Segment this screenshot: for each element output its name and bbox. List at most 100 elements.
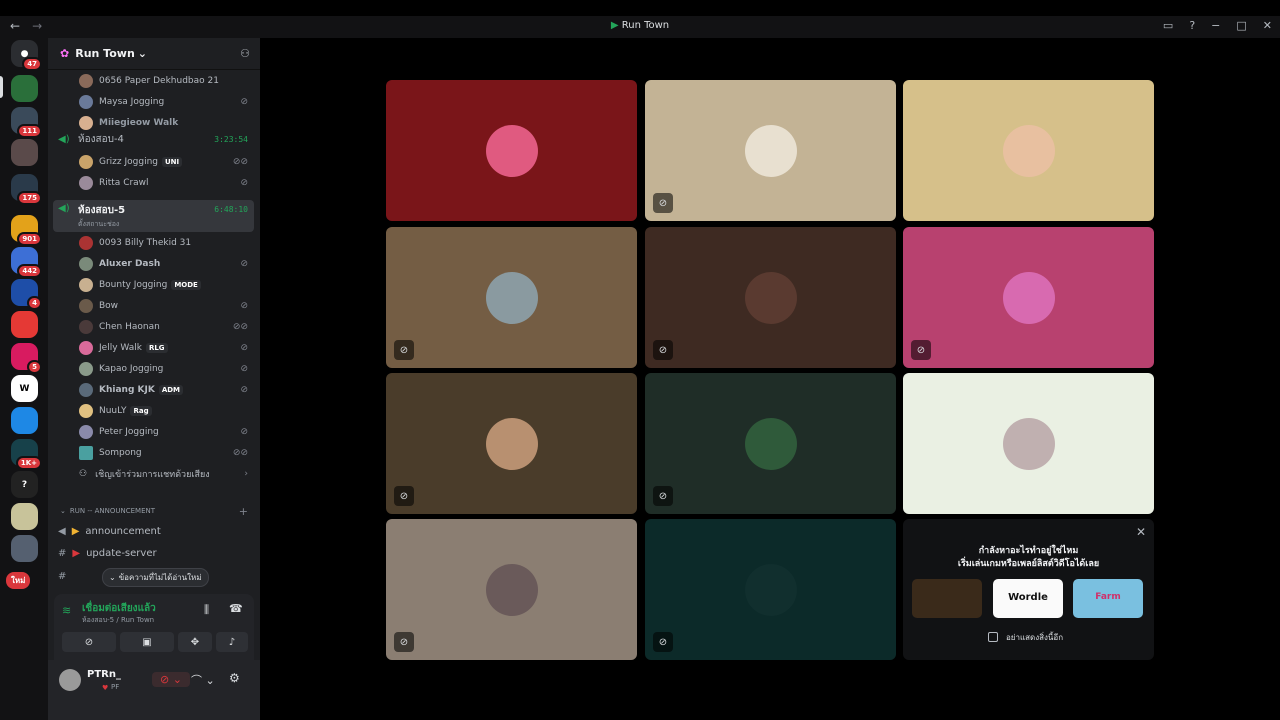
server-badge: 111	[17, 124, 42, 138]
server-run-town[interactable]	[11, 75, 38, 102]
minimize-icon[interactable]: −	[1211, 19, 1220, 32]
noise-suppression-icon[interactable]: ⫼	[204, 603, 209, 617]
add-member-icon[interactable]: ⚇	[240, 47, 250, 60]
participant-tile[interactable]	[903, 80, 1154, 221]
unread-messages-pill[interactable]: ⌄ ข้อความที่ไม่ได้อ่านใหม่	[102, 568, 209, 587]
participant-tile[interactable]: ⊘	[645, 373, 896, 514]
server-icon-5[interactable]: 901	[11, 215, 42, 246]
window-controls: ▭ ? − □ ✕	[1163, 19, 1272, 32]
avatar	[79, 445, 93, 460]
server-icon-2[interactable]: 111	[11, 107, 42, 138]
mic-muted-icon: ⊘	[653, 193, 673, 213]
participant-tile[interactable]: ⊘	[386, 227, 637, 368]
voice-member[interactable]: Sompong ⊘⊘	[48, 442, 260, 463]
user-avatar[interactable]	[59, 669, 81, 691]
text-channel-update-server[interactable]: # ▶ update-server	[53, 543, 254, 564]
avatar	[79, 235, 93, 250]
settings-gear-icon[interactable]: ⚙	[229, 671, 240, 685]
mic-muted-icon: ⊘	[394, 340, 414, 360]
close-window-icon[interactable]: ✕	[1263, 19, 1272, 32]
voice-member[interactable]: Peter Jogging ⊘	[48, 421, 260, 442]
voice-member[interactable]: NuuLY Rag	[48, 400, 260, 421]
server-icon-10[interactable]: W	[11, 375, 38, 402]
headphones-icon[interactable]: ⌒ ⌄	[191, 672, 215, 688]
maximize-icon[interactable]: □	[1236, 19, 1246, 32]
soundboard-button[interactable]: ♪	[216, 632, 248, 652]
hash-icon: #	[58, 548, 67, 559]
server-icon-8[interactable]	[11, 311, 38, 338]
participant-tile[interactable]: ⊘	[386, 519, 637, 660]
participant-avatar	[1002, 417, 1055, 470]
server-badge: 901	[17, 232, 42, 246]
screen-share-icon: ▣	[142, 636, 152, 648]
disconnect-icon[interactable]: ☎	[229, 602, 243, 615]
category-header[interactable]: ⌄ RUN -- ANNOUNCEMENT +	[48, 502, 260, 520]
server-icon-6[interactable]: 442	[11, 247, 42, 278]
server-icon-11[interactable]	[11, 407, 38, 434]
mute-deafen-icon: ⊘⊘	[232, 447, 248, 458]
mute-icon: ⊘	[240, 300, 248, 311]
server-icon-12[interactable]: 1K+	[11, 439, 42, 470]
voice-member[interactable]: Grizz Jogging UNI ⊘⊘	[48, 151, 260, 172]
camera-button[interactable]: ⊘	[62, 632, 116, 652]
avatar	[79, 361, 93, 376]
server-list: ● 47 111 175 901 442 4 5 W 1K+ ? ใหม่	[0, 38, 48, 720]
mute-deafen-icon: ⊘⊘	[232, 156, 248, 167]
participant-tile[interactable]: ⊘	[645, 227, 896, 368]
server-icon-14[interactable]	[11, 503, 38, 530]
participant-tile[interactable]: ⊘	[903, 227, 1154, 368]
mic-muted-icon[interactable]: ⊘ ⌄	[152, 672, 190, 687]
voice-member[interactable]: Jelly Walk RLG ⊘	[48, 337, 260, 358]
voice-member[interactable]: Aluxer Dash ⊘	[48, 253, 260, 274]
new-unread-pill[interactable]: ใหม่	[6, 572, 31, 589]
invite-to-voice[interactable]: ⚇ เชิญเข้าร่วมการแชทด้วยเสียง ›	[48, 463, 260, 484]
activity-suggestion-card: ✕ กำลังหาอะไรทำอยู่ใช่ไหม เริ่มเล่นเกมหร…	[903, 519, 1154, 660]
voice-member[interactable]: Khiang KJK ADM ⊘	[48, 379, 260, 400]
dont-show-checkbox[interactable]	[988, 632, 998, 642]
voice-member[interactable]: Chen Haonan ⊘⊘	[48, 316, 260, 337]
participant-tile[interactable]: ⊘	[645, 80, 896, 221]
game-card-wordle[interactable]: Wordle	[993, 579, 1063, 618]
close-icon[interactable]: ✕	[1136, 525, 1146, 539]
mic-muted-icon: ⊘	[911, 340, 931, 360]
server-badge: 4	[27, 296, 42, 310]
top-strip	[0, 0, 1280, 16]
voice-member[interactable]: Bow ⊘	[48, 295, 260, 316]
voice-channel-room4[interactable]: ◀) ห้องสอบ-4 3:23:54	[53, 129, 254, 150]
inbox-icon[interactable]: ▭	[1163, 19, 1173, 32]
megaphone-icon: ▶	[72, 548, 81, 559]
server-icon-13[interactable]: ?	[11, 471, 38, 498]
text-channel-announcement[interactable]: ◀ ▶ announcement	[53, 521, 254, 542]
screen-share-button[interactable]: ▣	[120, 632, 174, 652]
add-channel-icon[interactable]: +	[239, 505, 248, 518]
avatar	[79, 256, 93, 271]
participant-tile[interactable]: ⊘	[645, 519, 896, 660]
server-header[interactable]: ✿ Run Town ⌄ ⚇	[48, 38, 260, 70]
voice-member[interactable]: Kapao Jogging ⊘	[48, 358, 260, 379]
server-icon-3[interactable]	[11, 139, 38, 166]
server-icon-7[interactable]: 4	[11, 279, 42, 310]
voice-member[interactable]: Maysa Jogging ⊘	[48, 91, 260, 112]
voice-channel-room5[interactable]: ◀) ห้องสอบ-5 6:48:10 ตั้งสถานะช่อง	[53, 200, 254, 232]
participant-tile[interactable]: ⊘	[386, 373, 637, 514]
voice-member[interactable]: 0656 Paper Dekhudbao 21	[48, 70, 260, 91]
server-icon-4[interactable]: 175	[11, 174, 42, 205]
home-button[interactable]: ● 47	[11, 40, 42, 71]
participant-tile[interactable]	[903, 373, 1154, 514]
avatar	[79, 340, 93, 355]
voice-member[interactable]: Ritta Crawl ⊘	[48, 172, 260, 193]
game-card-farm[interactable]: Farm	[1073, 579, 1143, 618]
server-badge: 5	[27, 360, 42, 374]
deafened-icon: ⊘	[653, 632, 673, 652]
help-icon[interactable]: ?	[1189, 19, 1195, 32]
activities-button[interactable]: ✥	[178, 632, 212, 652]
voice-member[interactable]: Bounty Jogging MODE	[48, 274, 260, 295]
game-card-1[interactable]	[912, 579, 982, 618]
voice-member[interactable]: 0093 Billy Thekid 31	[48, 232, 260, 253]
server-icon-15[interactable]	[11, 535, 38, 562]
participant-tile[interactable]	[386, 80, 637, 221]
participant-avatar	[485, 271, 538, 324]
megaphone-icon: ▶	[71, 526, 80, 537]
server-icon-9[interactable]: 5	[11, 343, 42, 374]
participant-avatar	[744, 271, 797, 324]
